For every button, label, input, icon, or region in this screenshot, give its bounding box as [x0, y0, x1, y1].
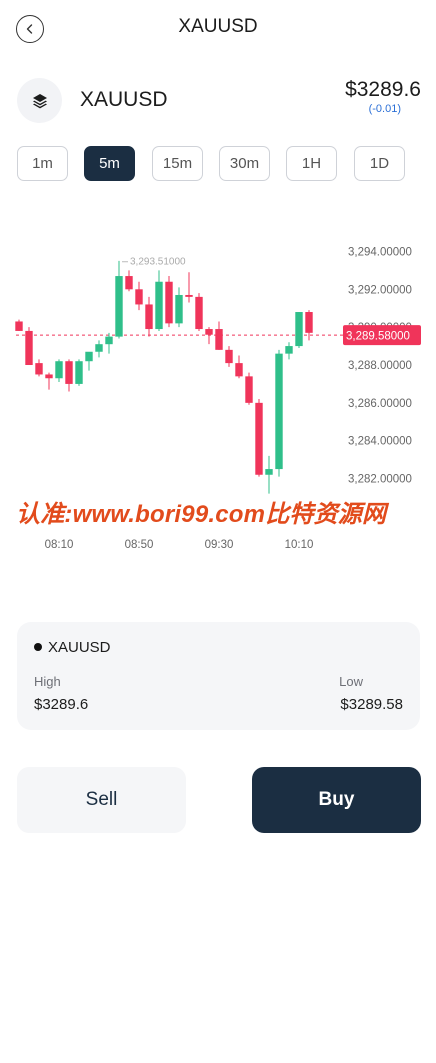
candle-up [95, 344, 103, 352]
low-value: $3289.58 [340, 696, 403, 713]
candle-down [245, 376, 253, 403]
candle-down [225, 349, 233, 364]
y-tick-label: 3,294.00000 [348, 246, 412, 258]
candle-down [305, 312, 313, 333]
candle-down [45, 374, 53, 379]
candle-down [165, 281, 173, 324]
low-label: Low [339, 674, 363, 689]
candle-up [85, 351, 93, 362]
top-header: XAUUSD [0, 0, 436, 56]
y-tick-label: 3,284.00000 [348, 436, 412, 448]
candle-up [115, 276, 123, 337]
candle-up [285, 346, 293, 354]
asset-name: XAUUSD [80, 88, 168, 111]
y-tick-label: 3,288.00000 [348, 360, 412, 372]
candle-up [75, 361, 83, 384]
tab-5m[interactable]: 5m [84, 146, 135, 181]
high-label: High [34, 674, 61, 689]
candle-up [295, 312, 303, 347]
candle-up [155, 281, 163, 330]
candle-down [205, 329, 213, 335]
candle-down [65, 361, 73, 384]
candle-down [145, 304, 153, 330]
tab-1m[interactable]: 1m [17, 146, 68, 181]
candle-up [275, 353, 283, 470]
x-tick-label: 10:10 [285, 539, 314, 551]
candle-up [175, 294, 183, 324]
x-tick-label: 08:50 [125, 539, 154, 551]
candle-down [235, 363, 243, 377]
x-tick-label: 08:10 [45, 539, 74, 551]
bullet-dot-icon [34, 643, 42, 651]
candle-down [195, 296, 203, 330]
y-tick-label: 3,282.00000 [348, 474, 412, 486]
candle-down [15, 321, 23, 331]
high-marker-label: 3,293.51000 [130, 257, 186, 268]
timeframe-selector: 1m 5m 15m 30m 1H 1D [17, 146, 407, 182]
candle-down [185, 294, 193, 297]
candle-down [35, 363, 43, 375]
candle-up [55, 361, 63, 379]
current-price-label: 3,289.58000 [346, 331, 410, 343]
info-card: XAUUSD High $3289.6 Low $3289.58 [17, 622, 420, 730]
x-tick-label: 09:30 [205, 539, 234, 551]
candle-up [265, 469, 273, 475]
watermark-text: 认准:www.bori99.com比特资源网 [16, 501, 387, 528]
candle-up [105, 336, 113, 345]
candle-down [255, 402, 263, 475]
info-symbol: XAUUSD [48, 639, 111, 656]
tab-1h[interactable]: 1H [286, 146, 337, 181]
sell-button[interactable]: Sell [17, 767, 186, 833]
candle-down [25, 330, 33, 365]
buy-button[interactable]: Buy [252, 767, 421, 833]
page-title: XAUUSD [178, 16, 258, 37]
candle-down [125, 276, 133, 290]
tab-15m[interactable]: 15m [152, 146, 203, 181]
candle-down [215, 329, 223, 350]
high-value: $3289.6 [34, 696, 89, 713]
tab-1d[interactable]: 1D [354, 146, 405, 181]
asset-price: $3289.6 [345, 78, 421, 101]
layers-icon [17, 78, 62, 123]
candle-down [135, 289, 143, 305]
y-tick-label: 3,286.00000 [348, 398, 412, 410]
asset-summary: XAUUSD $3289.6 (-0.01) [0, 76, 436, 126]
asset-price-change: (-0.01) [368, 103, 401, 115]
y-tick-label: 3,292.00000 [348, 284, 412, 296]
tab-30m[interactable]: 30m [219, 146, 270, 181]
